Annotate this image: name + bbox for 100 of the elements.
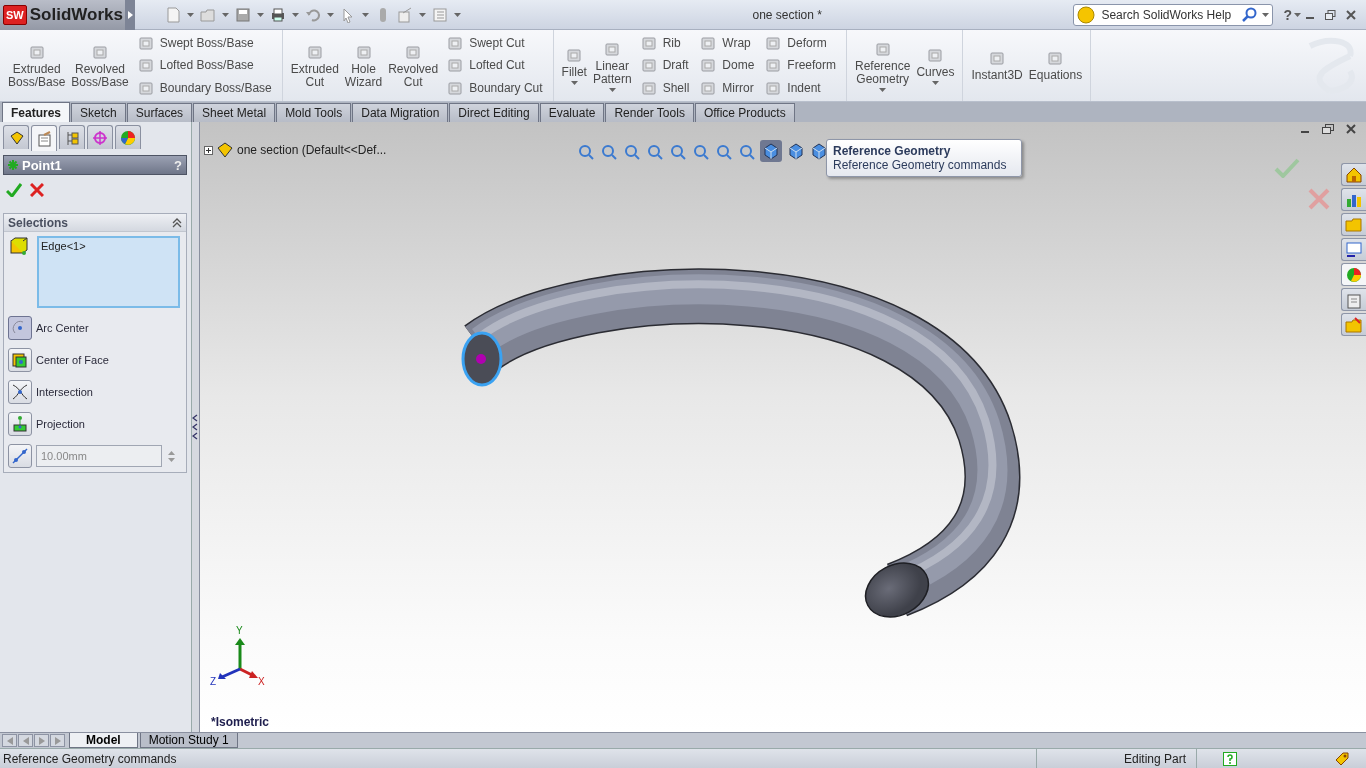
caret-icon[interactable] [608,87,616,92]
spin-down-icon[interactable] [168,457,175,462]
help-button[interactable]: ? [1281,6,1294,23]
command-tab[interactable]: Surfaces [126,103,193,122]
command-tab[interactable]: Render Tools [605,103,694,122]
collapse-arrows-icon[interactable] [192,413,199,441]
ribbon-command-button[interactable]: Equations [1026,32,1085,99]
option-toggle-button[interactable] [8,380,32,404]
tag-icon[interactable] [1334,750,1350,767]
tab-scroll-button[interactable] [34,734,49,747]
collapse-button[interactable] [172,217,183,228]
caret-icon[interactable] [362,12,369,17]
ribbon-command-button[interactable]: Lofted Cut [442,56,547,75]
task-pane-tab[interactable] [1341,163,1366,186]
ribbon-command-button[interactable]: Swept Boss/Base [132,34,276,53]
panel-tab[interactable] [59,125,85,149]
command-tab[interactable]: Sketch [71,103,126,122]
cube-icon[interactable] [787,142,805,160]
ribbon-command-button[interactable]: Reference Geometry [853,32,913,99]
option-toggle-button[interactable] [8,316,32,340]
ribbon-command-button[interactable]: Lofted Boss/Base [132,56,276,75]
caret-icon[interactable] [454,12,461,17]
caret-icon[interactable] [879,87,887,92]
save-icon[interactable] [235,6,251,23]
panel-tab[interactable] [3,125,29,149]
ribbon-command-button[interactable]: Boundary Cut [442,78,547,97]
ribbon-command-button[interactable]: Draft [635,56,694,75]
command-tab[interactable]: Evaluate [539,103,605,122]
ribbon-command-button[interactable]: Mirror [695,78,759,97]
ribbon-command-button[interactable]: Extruded Boss/Base [6,32,68,99]
ribbon-command-button[interactable]: Deform [760,34,840,53]
caret-icon[interactable] [1262,12,1270,17]
ribbon-command-button[interactable]: Freeform [760,56,840,75]
close-icon[interactable] [1346,124,1356,134]
checkmark-icon[interactable] [1274,158,1300,178]
restore-icon[interactable] [1325,9,1336,20]
ribbon-command-button[interactable]: Revolved Boss/Base [69,32,131,99]
command-tab[interactable]: Features [2,102,71,122]
expand-menu-button[interactable] [125,0,135,30]
ribbon-command-button[interactable]: Wrap [695,34,759,53]
command-tab[interactable]: Office Products [694,103,795,122]
command-tab[interactable]: Data Migration [352,103,449,122]
cancel-button[interactable] [30,181,44,199]
help-icon[interactable] [1223,751,1237,766]
zoom-area-icon[interactable] [668,142,686,160]
caret-icon[interactable] [570,81,578,85]
ribbon-command-button[interactable]: Linear Pattern [590,32,634,99]
ribbon-command-button[interactable]: Indent [760,78,840,97]
zoom-icon[interactable] [622,142,640,160]
tab-scroll-button[interactable] [50,734,65,747]
tree-root-label[interactable]: one section (Default<<Def... [237,143,387,157]
spin-up-icon[interactable] [168,450,175,455]
command-tab[interactable]: Sheet Metal [193,103,276,122]
ribbon-command-button[interactable]: Instant3D [969,32,1025,99]
cube-icon[interactable] [762,142,780,160]
study-tab[interactable]: Model [69,733,138,748]
expand-plus-icon[interactable] [204,145,213,155]
option-toggle-button[interactable] [8,412,32,436]
panel-tab[interactable] [31,125,57,151]
ribbon-command-button[interactable]: Dome [695,56,759,75]
command-tab[interactable]: Mold Tools [276,103,352,122]
close-icon[interactable] [1346,9,1356,20]
caret-icon[interactable] [931,81,939,85]
cube-icon[interactable] [810,142,828,160]
ribbon-command-button[interactable]: Curves [914,32,957,99]
option-toggle-button[interactable] [8,348,32,372]
ribbon-command-button[interactable]: Swept Cut [442,34,547,53]
ribbon-command-button[interactable]: Hole Wizard [342,32,385,99]
printer-icon[interactable] [270,6,286,23]
list-entry[interactable]: Edge<1> [41,240,176,252]
search-icon[interactable] [1242,6,1259,23]
caret-icon[interactable] [327,12,334,17]
zoom-in-icon[interactable] [645,142,663,160]
caret-icon[interactable] [257,12,264,17]
tab-scroll-button[interactable] [2,734,17,747]
ribbon-command-button[interactable]: Rib [635,34,694,53]
ribbon-command-button[interactable]: Shell [635,78,694,97]
ribbon-command-button[interactable]: Boundary Boss/Base [132,78,276,97]
view-name: *Isometric [211,715,270,729]
tab-scroll-button[interactable] [18,734,33,747]
caret-icon[interactable] [292,12,299,17]
caret-icon[interactable] [187,12,194,17]
ribbon-command-button[interactable]: Revolved Cut [386,32,441,99]
distance-toggle-button[interactable] [8,444,32,468]
caret-icon[interactable] [419,12,426,17]
ribbon-command-button[interactable]: Extruded Cut [288,32,341,99]
panel-tab[interactable] [115,125,141,149]
tool-icon [446,56,465,75]
task-pane-tab[interactable] [1341,238,1366,261]
command-tab[interactable]: Direct Editing [449,103,539,122]
restore-icon[interactable] [1322,124,1334,134]
ribbon-command-button[interactable]: Fillet [559,32,589,99]
panel-tab[interactable] [87,125,113,149]
caret-icon[interactable] [222,12,229,17]
search-field[interactable]: Search SolidWorks Help [1073,3,1274,26]
study-tab[interactable]: Motion Study 1 [139,733,238,748]
ok-button[interactable] [6,181,22,199]
undo-icon[interactable] [305,6,321,23]
caret-icon[interactable] [1294,12,1301,17]
selection-list[interactable]: Edge<1> [37,236,180,308]
